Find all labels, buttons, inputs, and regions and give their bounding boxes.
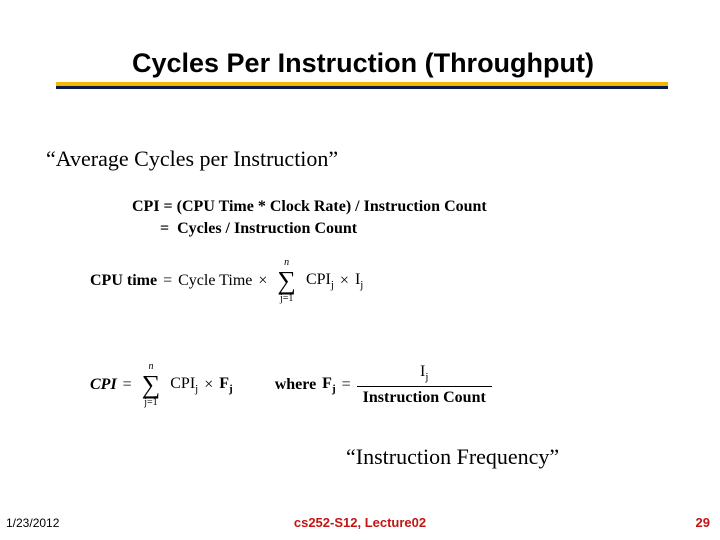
eq2-equals: =	[123, 376, 132, 394]
eq1-lhs: CPU time	[90, 272, 157, 290]
eq2-sum-bottom: j=1	[144, 398, 157, 408]
eq1-cycle-time: Cycle Time	[178, 272, 252, 290]
eq2-cpij: CPIj	[170, 375, 198, 395]
eq2-lhs: CPI	[90, 376, 117, 394]
eq2-Fj: Fj	[219, 375, 232, 395]
eq2-frac-num: Ij	[414, 363, 434, 386]
eq1-equals: =	[163, 272, 172, 290]
title-wrap: Cycles Per Instruction (Throughput)	[68, 48, 658, 79]
footer-page-number: 29	[696, 515, 710, 530]
eq2-equals2: =	[342, 376, 351, 394]
eq2-times: ×	[204, 376, 213, 394]
equation-cpi: CPI = n ∑ j=1 CPIj × Fj where Fj = Ij In…	[90, 362, 492, 408]
sigma-icon: n ∑ j=1	[142, 362, 161, 408]
label-instruction-frequency: “Instruction Frequency”	[346, 444, 559, 470]
cpi-def-line1: CPI = (CPU Time * Clock Rate) / Instruct…	[132, 196, 487, 218]
cpi-def-line2: = Cycles / Instruction Count	[132, 218, 487, 240]
subheading-average-cpi: “Average Cycles per Instruction”	[46, 146, 338, 172]
eq2-sum-symbol: ∑	[142, 372, 161, 398]
slide-title: Cycles Per Instruction (Throughput)	[68, 48, 658, 79]
eq2-Fj2: Fj	[322, 375, 335, 395]
eq1-cpi: CPIj	[306, 271, 334, 291]
footer-center: cs252-S12, Lecture02	[0, 515, 720, 530]
slide: Cycles Per Instruction (Throughput) “Ave…	[0, 0, 720, 540]
title-underline-navy	[56, 86, 668, 89]
cpi-definition: CPI = (CPU Time * Clock Rate) / Instruct…	[132, 196, 487, 239]
eq2-frac-den: Instruction Count	[357, 387, 492, 407]
eq1-times2: ×	[340, 272, 349, 290]
eq1-times1: ×	[258, 272, 267, 290]
eq1-Ij: Ij	[355, 271, 363, 291]
eq2-where: where	[275, 376, 316, 394]
eq1-sum-bottom: j=1	[280, 294, 293, 304]
eq1-sum-symbol: ∑	[277, 268, 296, 294]
sigma-icon: n ∑ j=1	[277, 258, 296, 304]
fraction-icon: Ij Instruction Count	[357, 363, 492, 407]
equation-cpu-time: CPU time = Cycle Time × n ∑ j=1 CPIj × I…	[90, 258, 363, 304]
